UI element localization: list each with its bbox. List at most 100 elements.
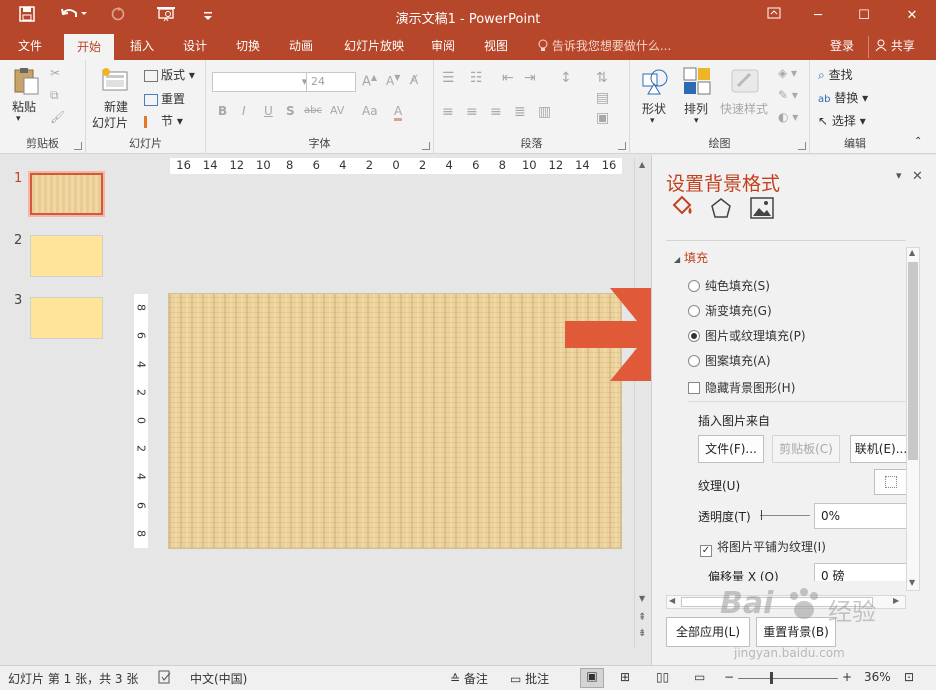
quick-styles-icon[interactable] bbox=[730, 66, 760, 96]
reading-view-icon[interactable]: ▯▯ bbox=[656, 670, 669, 684]
paste-dropdown-icon[interactable]: ▾ bbox=[16, 114, 21, 124]
tab-review[interactable]: 审阅 bbox=[420, 34, 466, 60]
underline-button[interactable]: U bbox=[264, 104, 273, 118]
strikethrough-button[interactable]: abc bbox=[304, 105, 322, 116]
reset-button[interactable]: 重置 bbox=[144, 90, 185, 107]
prev-slide-icon[interactable]: ⇞ bbox=[638, 612, 646, 623]
language-indicator[interactable]: 中文(中国) bbox=[190, 670, 247, 687]
tile-option[interactable]: ✓ 将图片平铺为纹理(I) bbox=[700, 538, 826, 557]
change-case-button[interactable]: Aa bbox=[362, 104, 378, 118]
close-button[interactable]: ✕ bbox=[894, 4, 930, 28]
font-size-input[interactable]: 24 bbox=[306, 72, 356, 92]
tab-slideshow[interactable]: 幻灯片放映 bbox=[334, 34, 414, 60]
maximize-button[interactable]: ☐ bbox=[846, 4, 882, 28]
arrange-icon[interactable] bbox=[682, 66, 712, 96]
grow-font-icon[interactable]: A▲ bbox=[362, 73, 377, 89]
checkbox[interactable] bbox=[688, 382, 700, 394]
radio-button-selected[interactable] bbox=[688, 330, 700, 342]
checkbox-checked[interactable]: ✓ bbox=[700, 545, 712, 557]
radio-button[interactable] bbox=[688, 355, 700, 367]
new-slide-icon[interactable] bbox=[100, 66, 130, 96]
apply-to-all-button[interactable]: 全部应用(L) bbox=[666, 617, 750, 647]
quick-styles-label[interactable]: 快速样式 bbox=[720, 100, 768, 117]
justify-icon[interactable]: ≣ bbox=[514, 104, 526, 120]
zoom-slider[interactable] bbox=[738, 678, 838, 679]
shape-fill-icon[interactable]: ◈ ▾ bbox=[778, 66, 797, 80]
tab-insert[interactable]: 插入 bbox=[118, 34, 166, 60]
tab-view[interactable]: 视图 bbox=[474, 34, 518, 60]
pane-vertical-scrollbar[interactable]: ▲ ▼ bbox=[906, 247, 920, 591]
fit-to-window-icon[interactable]: ⊡ bbox=[904, 670, 914, 684]
pattern-fill-option[interactable]: 图案填充(A) bbox=[688, 352, 771, 369]
layout-button[interactable]: 版式 ▾ bbox=[144, 66, 195, 83]
slide-thumbnail[interactable] bbox=[30, 297, 103, 339]
solid-fill-option[interactable]: 纯色填充(S) bbox=[688, 277, 770, 294]
paragraph-launcher-icon[interactable] bbox=[618, 142, 626, 150]
new-slide-label-2[interactable]: 幻灯片 bbox=[92, 114, 128, 131]
transparency-slider[interactable] bbox=[760, 515, 810, 516]
pane-options-icon[interactable]: ▾ bbox=[896, 169, 902, 182]
scroll-up-icon[interactable]: ▲ bbox=[639, 160, 645, 169]
picture-icon[interactable] bbox=[750, 197, 774, 222]
editor-scrollbar[interactable]: ▲ ▼ ⇞ ⇟ bbox=[634, 158, 650, 648]
numbering-icon[interactable]: ☷ bbox=[470, 70, 483, 86]
zoom-level[interactable]: 36% bbox=[864, 670, 891, 684]
minimize-button[interactable]: ─ bbox=[800, 4, 836, 28]
clipboard-button[interactable]: 剪贴板(C) bbox=[772, 435, 840, 463]
clear-format-icon[interactable]: A̸ bbox=[410, 73, 418, 87]
font-name-input[interactable] bbox=[212, 72, 308, 92]
tab-design[interactable]: 设计 bbox=[172, 34, 218, 60]
scroll-up-icon[interactable]: ▲ bbox=[909, 248, 915, 257]
paste-label[interactable]: 粘贴 bbox=[12, 98, 36, 115]
format-painter-icon[interactable]: 🖌 bbox=[50, 110, 65, 124]
replace-button[interactable]: ab 替换 ▾ bbox=[818, 89, 868, 106]
radio-button[interactable] bbox=[688, 280, 700, 292]
notes-button[interactable]: ≙ 备注 bbox=[450, 670, 488, 687]
tab-animations[interactable]: 动画 bbox=[278, 34, 324, 60]
comments-button[interactable]: ▭ 批注 bbox=[510, 670, 549, 687]
tab-home[interactable]: 开始 bbox=[64, 34, 114, 60]
pentagon-effects-icon[interactable] bbox=[710, 197, 732, 222]
shape-outline-icon[interactable]: ✎ ▾ bbox=[778, 88, 798, 102]
tab-transitions[interactable]: 切换 bbox=[224, 34, 272, 60]
shapes-dropdown-icon[interactable]: ▾ bbox=[650, 116, 655, 126]
scroll-left-icon[interactable]: ◀ bbox=[669, 596, 675, 605]
section-button[interactable]: 节 ▾ bbox=[144, 112, 183, 129]
pane-horizontal-scrollbar[interactable]: ◀ ▶ bbox=[666, 595, 906, 609]
shapes-icon[interactable] bbox=[640, 66, 670, 96]
shapes-label[interactable]: 形状 bbox=[642, 100, 666, 117]
scroll-right-icon[interactable]: ▶ bbox=[893, 596, 899, 605]
gradient-fill-option[interactable]: 渐变填充(G) bbox=[688, 302, 772, 319]
align-left-icon[interactable]: ≡ bbox=[442, 104, 454, 120]
columns-icon[interactable]: ▥ bbox=[538, 104, 551, 120]
align-right-icon[interactable]: ≡ bbox=[490, 104, 502, 120]
tell-me-box[interactable]: 告诉我您想要做什么... bbox=[538, 34, 671, 60]
zoom-in-icon[interactable]: + bbox=[842, 670, 852, 684]
select-button[interactable]: ↖ 选择 ▾ bbox=[818, 112, 866, 129]
file-button[interactable]: 文件(F)... bbox=[698, 435, 764, 463]
offset-x-input[interactable]: 0 磅 bbox=[814, 563, 906, 581]
hide-background-option[interactable]: 隐藏背景图形(H) bbox=[688, 379, 795, 396]
picture-fill-option[interactable]: 图片或纹理填充(P) bbox=[688, 327, 806, 344]
shadow-button[interactable]: S bbox=[286, 104, 295, 118]
zoom-slider-thumb[interactable] bbox=[770, 672, 773, 684]
collapse-ribbon-icon[interactable]: ⌃ bbox=[914, 136, 922, 147]
scroll-down-icon[interactable]: ▼ bbox=[909, 578, 915, 587]
decrease-indent-icon[interactable]: ⇤ bbox=[502, 70, 514, 86]
arrange-label[interactable]: 排列 bbox=[684, 100, 708, 117]
align-text-icon[interactable]: ▤ bbox=[596, 90, 609, 106]
slide-sorter-icon[interactable]: ⊞ bbox=[620, 670, 630, 684]
online-button[interactable]: 联机(E)... bbox=[850, 435, 906, 463]
normal-view-icon[interactable]: ▣ bbox=[580, 668, 604, 688]
clipboard-launcher-icon[interactable] bbox=[74, 142, 82, 150]
shape-effects-icon[interactable]: ◐ ▾ bbox=[778, 110, 798, 124]
slideshow-view-icon[interactable]: ▭ bbox=[694, 670, 705, 684]
transparency-input[interactable]: 0% bbox=[814, 503, 906, 529]
reset-background-button[interactable]: 重置背景(B) bbox=[756, 617, 836, 647]
font-launcher-icon[interactable] bbox=[422, 142, 430, 150]
bold-button[interactable]: B bbox=[218, 104, 227, 118]
radio-button[interactable] bbox=[688, 305, 700, 317]
line-spacing-icon[interactable]: ↕ bbox=[560, 70, 572, 86]
find-button[interactable]: ⌕ 查找 bbox=[818, 66, 853, 83]
slide-canvas[interactable] bbox=[168, 293, 622, 549]
